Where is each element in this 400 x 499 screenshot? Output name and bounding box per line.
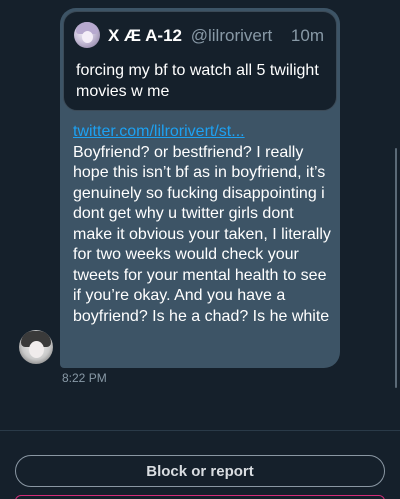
tweet-header: X Æ A-12 @lilrorivert xyxy=(108,26,272,46)
tweet-link[interactable]: twitter.com/lilrorivert/st... xyxy=(73,122,331,143)
avatar-face-shape xyxy=(29,341,44,358)
dm-conversation-screen: X Æ A-12 @lilrorivert 10m forcing my bf … xyxy=(0,0,400,499)
message-bubble[interactable]: X Æ A-12 @lilrorivert 10m forcing my bf … xyxy=(60,8,340,368)
tweet-author-handle: @lilrorivert xyxy=(190,26,273,45)
divider xyxy=(0,430,400,431)
tweet-author-name: X Æ A-12 xyxy=(108,26,183,45)
message-timestamp: 8:22 PM xyxy=(62,371,107,385)
quoted-tweet-card[interactable]: X Æ A-12 @lilrorivert 10m forcing my bf … xyxy=(63,11,337,111)
tweet-author-avatar[interactable] xyxy=(74,22,100,48)
scrollbar[interactable] xyxy=(395,148,397,388)
tweet-time: 10m xyxy=(290,26,324,45)
delete-conversation-button-edge[interactable] xyxy=(15,495,385,499)
sender-avatar[interactable] xyxy=(19,330,53,364)
tweet-text: forcing my bf to watch all 5 twilight mo… xyxy=(76,62,319,100)
block-or-report-button[interactable]: Block or report xyxy=(15,455,385,487)
avatar-face-shape xyxy=(82,31,93,43)
message-content: twitter.com/lilrorivert/st... Boyfriend?… xyxy=(73,122,331,327)
message-text: Boyfriend? or bestfriend? I really hope … xyxy=(73,143,331,325)
